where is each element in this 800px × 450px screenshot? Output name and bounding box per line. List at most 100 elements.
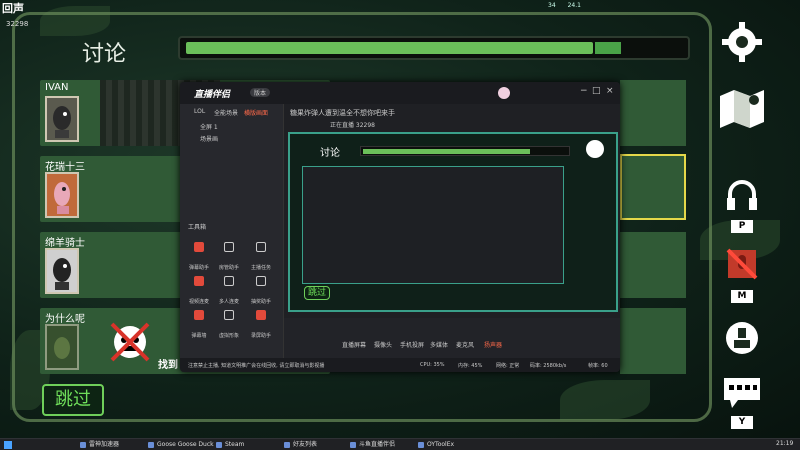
headphones-icon[interactable]	[724, 178, 760, 214]
push-to-talk-key: P	[731, 220, 753, 233]
source-buttons: 直播屏幕 摄像头 手机投屏 多媒体 麦克风 扬声器	[284, 318, 620, 358]
taskbar-item-accelerator[interactable]: 雷神加速器	[80, 440, 119, 450]
preview-timer-fill	[363, 149, 531, 154]
player-name: IVAN	[45, 82, 69, 93]
viewer-count: 32298	[6, 20, 29, 28]
player-name: 花瑞十三	[45, 162, 85, 173]
tool-danmaku[interactable]: 弹幕助手	[186, 240, 212, 271]
nested-preview	[302, 166, 564, 284]
danmaku-wall-icon	[194, 310, 204, 320]
tool-admin[interactable]: 房管助手	[216, 240, 242, 271]
admin-icon	[224, 242, 234, 252]
app-titlebar: 直播伴侣 版本 − □ ×	[180, 82, 620, 104]
source-camera[interactable]: 摄像头	[374, 340, 392, 349]
taskbar-item-goose[interactable]: Goose Goose Duck	[148, 440, 214, 450]
status-memory: 内存: 45%	[458, 363, 483, 369]
tool-lottery[interactable]: 抽奖助手	[248, 274, 274, 305]
windows-taskbar: 雷神加速器 Goose Goose Duck Steam 好友列表 斗鱼直播伴侣…	[0, 438, 800, 450]
player-name: 绵羊骑士	[45, 238, 85, 249]
multi-link-icon	[224, 276, 234, 286]
tool-tasks[interactable]: 主播任务	[248, 240, 274, 271]
app-sidebar: LOL 全能场景 横版画面 全屏 1 场景画 工具箱 弹幕助手 房管助手 主播任…	[180, 104, 284, 372]
discussion-title: 讨论	[82, 42, 127, 67]
record-icon	[256, 310, 266, 320]
dead-duck-icon	[108, 320, 152, 364]
maximize-icon[interactable]: □	[592, 86, 601, 96]
map-icon[interactable]	[716, 86, 768, 130]
status-fps: 帧率: 60	[588, 363, 608, 369]
vote-icon[interactable]	[724, 320, 760, 356]
taskbar-item-douyu[interactable]: 斗鱼直播伴侣	[350, 440, 395, 450]
danmaku-icon	[194, 242, 204, 252]
tab-landscape[interactable]: 横版画面	[244, 108, 268, 117]
player-avatar	[45, 172, 79, 218]
source-media[interactable]: 多媒体	[430, 340, 448, 349]
avatar[interactable]	[498, 87, 510, 99]
tool-danmaku-wall[interactable]: 弹幕墙	[186, 308, 212, 339]
notice-text: 注意禁止主播, 知道文明推广会在线回收, 请立即取消与影视播	[188, 363, 325, 369]
preview-skip-button: 跳过	[304, 286, 330, 300]
player-card[interactable]	[620, 232, 686, 298]
video-link-icon	[194, 276, 204, 286]
player-card[interactable]	[620, 80, 686, 146]
found-label: 找到	[158, 360, 178, 371]
status-network: 网络: 正常	[496, 363, 520, 369]
scene-item-capture[interactable]: 场景画	[200, 134, 218, 143]
vote-key: Y	[731, 416, 753, 429]
status-cpu: CPU: 35%	[420, 362, 445, 368]
taskbar-clock: 21:19	[776, 440, 794, 447]
close-icon[interactable]: ×	[606, 86, 614, 96]
discussion-timer	[178, 36, 690, 60]
player-avatar	[45, 324, 79, 370]
source-speaker[interactable]: 扬声器	[484, 340, 502, 349]
source-phone[interactable]: 手机投屏	[400, 340, 424, 349]
player-name: 为什么呢	[45, 314, 85, 325]
tool-video-link[interactable]: 视频连麦	[186, 274, 212, 305]
mute-key: M	[731, 290, 753, 303]
tool-record[interactable]: 录屏助手	[248, 308, 274, 339]
source-mic[interactable]: 麦克风	[456, 340, 474, 349]
preview-gear-icon	[586, 140, 604, 158]
app-title: 直播伴侣	[194, 90, 231, 100]
tasks-icon	[256, 242, 266, 252]
tab-full-scene[interactable]: 全能场景	[214, 108, 238, 117]
toolbox-label: 工具箱	[188, 224, 207, 231]
taskbar-item-friends[interactable]: 好友列表	[284, 440, 317, 450]
lottery-icon	[256, 276, 266, 286]
preview-title: 讨论	[320, 148, 340, 159]
avatar-tool-icon	[224, 310, 234, 320]
hud-value-1: 34	[548, 2, 556, 9]
version-badge[interactable]: 版本	[250, 88, 271, 97]
timer-fill	[186, 42, 593, 54]
windows-start-icon[interactable]	[4, 441, 12, 449]
marquee-text: 糖果炸弹人遭到温全不想你吧来手	[290, 109, 395, 117]
player-avatar	[45, 248, 79, 294]
preview-timer	[360, 146, 570, 156]
minimize-icon[interactable]: −	[580, 86, 588, 96]
chat-icon[interactable]	[722, 376, 762, 410]
app-status-bar: 注意禁止主播, 知道文明推广会在线回收, 请立即取消与影视播 CPU: 35% …	[180, 358, 620, 372]
skip-button[interactable]: 跳过	[42, 384, 104, 416]
mic-muted-icon[interactable]	[724, 246, 760, 286]
companion-app-window: 直播伴侣 版本 − □ × LOL 全能场景 横版画面 全屏 1 场景画 工具箱…	[180, 82, 620, 372]
stream-logo-text: 回声	[2, 2, 24, 15]
gear-icon[interactable]	[720, 20, 764, 64]
tab-lol[interactable]: LOL	[194, 108, 205, 115]
tool-avatar[interactable]: 虚拟形象	[216, 308, 242, 339]
preview-subtitle: 正在直播 32298	[330, 122, 375, 129]
stream-preview: 讨论 跳过	[288, 132, 618, 312]
hud-value-2: 24.1	[567, 2, 581, 9]
player-card-selected[interactable]	[620, 154, 686, 220]
scene-item-fullscreen[interactable]: 全屏 1	[200, 122, 218, 131]
player-avatar	[45, 96, 79, 142]
player-card[interactable]	[620, 308, 686, 374]
tool-multi-link[interactable]: 多人连麦	[216, 274, 242, 305]
source-screen[interactable]: 直播屏幕	[342, 340, 366, 349]
stream-logo: 回声	[2, 0, 24, 16]
taskbar-item-steam[interactable]: Steam	[216, 440, 244, 450]
hud-stats: 34 24.1	[548, 2, 581, 9]
game-screen: 回声 32298 34 24.1 讨论 IVAN 花瑞十三 绵羊骑士 为什么呢	[0, 0, 800, 438]
status-bitrate: 码率: 2580kb/s	[530, 363, 567, 369]
timer-tail	[594, 42, 621, 54]
taskbar-item-oytool[interactable]: OYToolEx	[418, 440, 454, 450]
